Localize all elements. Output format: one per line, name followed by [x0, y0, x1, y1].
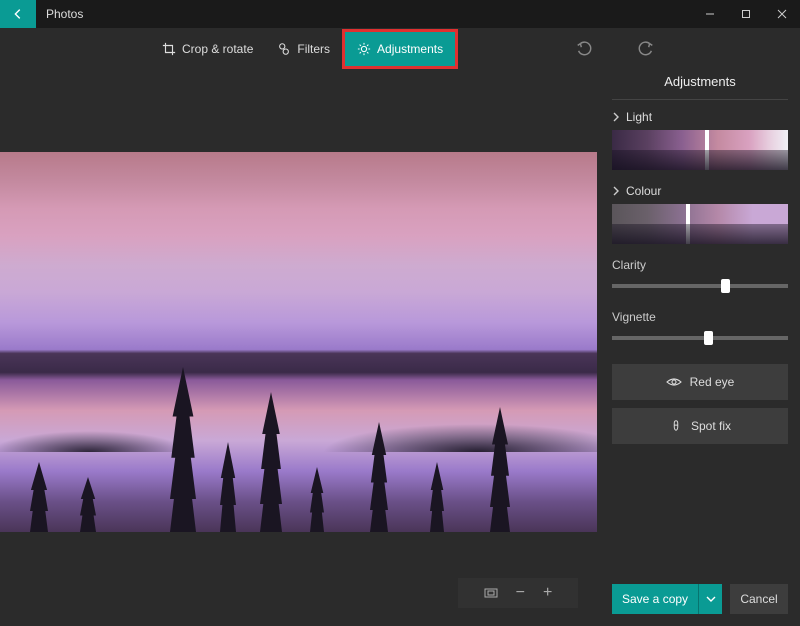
app-title: Photos [46, 7, 83, 21]
light-preview-strip[interactable] [612, 130, 788, 170]
window-controls [692, 0, 800, 28]
save-copy-button[interactable]: Save a copy [612, 584, 698, 614]
section-label: Colour [626, 184, 661, 198]
panel-title: Adjustments [612, 70, 788, 100]
button-label: Red eye [690, 375, 735, 389]
button-label: Save a copy [622, 592, 688, 606]
vignette-slider-thumb[interactable] [704, 331, 713, 345]
spot-fix-button[interactable]: Spot fix [612, 408, 788, 444]
save-copy-dropdown[interactable] [698, 584, 722, 614]
clarity-slider-thumb[interactable] [721, 279, 730, 293]
cancel-button[interactable]: Cancel [730, 584, 788, 614]
clarity-slider[interactable] [612, 284, 788, 288]
clarity-label: Clarity [612, 258, 788, 272]
section-label: Light [626, 110, 652, 124]
red-eye-button[interactable]: Red eye [612, 364, 788, 400]
spot-fix-icon [669, 419, 683, 433]
light-slider-handle[interactable] [705, 130, 709, 170]
maximize-button[interactable] [728, 0, 764, 28]
vignette-slider[interactable] [612, 336, 788, 340]
chevron-right-icon [612, 112, 620, 122]
zoom-out-button[interactable]: − [516, 584, 525, 602]
adjustments-panel: Adjustments Light Colour Clarity Vignett… [600, 70, 800, 626]
minimize-button[interactable] [692, 0, 728, 28]
panel-footer: Save a copy Cancel [612, 574, 788, 626]
titlebar: Photos [0, 0, 800, 28]
tab-filters[interactable]: Filters [265, 32, 342, 66]
colour-section-header[interactable]: Colour [612, 184, 788, 198]
zoom-controls: − + [458, 578, 578, 608]
zoom-in-button[interactable]: + [543, 584, 552, 602]
light-section-header[interactable]: Light [612, 110, 788, 124]
chevron-right-icon [612, 186, 620, 196]
redo-icon [637, 40, 655, 58]
tab-label: Filters [297, 42, 330, 56]
vignette-label: Vignette [612, 310, 788, 324]
arrow-left-icon [11, 7, 25, 21]
filters-icon [277, 42, 291, 56]
canvas-area: − + [0, 70, 600, 626]
button-label: Cancel [740, 592, 777, 606]
undo-button[interactable] [568, 33, 600, 65]
photo-preview[interactable] [0, 152, 597, 532]
tab-label: Crop & rotate [182, 42, 253, 56]
edit-toolbar: Crop & rotate Filters Adjustments [0, 28, 800, 70]
tutorial-highlight: Adjustments [342, 29, 458, 69]
adjustments-icon [357, 42, 371, 56]
redo-button[interactable] [630, 33, 662, 65]
button-label: Spot fix [691, 419, 731, 433]
colour-slider-handle[interactable] [686, 204, 690, 244]
colour-preview-strip[interactable] [612, 204, 788, 244]
chevron-down-icon [706, 595, 716, 603]
back-button[interactable] [0, 0, 36, 28]
fit-icon[interactable] [484, 588, 498, 598]
eye-icon [666, 376, 682, 388]
close-button[interactable] [764, 0, 800, 28]
tab-crop-rotate[interactable]: Crop & rotate [150, 32, 265, 66]
crop-icon [162, 42, 176, 56]
tab-adjustments[interactable]: Adjustments [345, 32, 455, 66]
undo-icon [575, 40, 593, 58]
tab-label: Adjustments [377, 42, 443, 56]
